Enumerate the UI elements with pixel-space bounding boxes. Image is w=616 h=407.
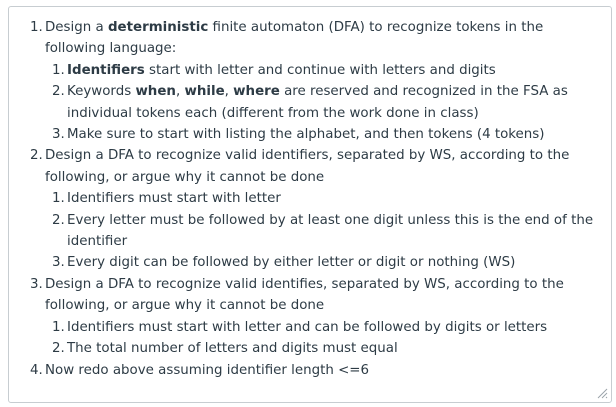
subtask-item: 1. Identifiers must start with letter: [45, 188, 603, 209]
text-run: Now redo above assuming identifier lengt…: [45, 362, 370, 378]
subtask-item: 1. Identifiers start with letter and cont…: [45, 60, 603, 81]
assignment-textbox[interactable]: 1. Design a deterministic finite automato…: [8, 6, 612, 403]
text-run: Identifiers must start with letter and c…: [67, 319, 548, 335]
subtask-number: 1.: [52, 319, 65, 335]
subtask-item: 3. Make sure to start with listing the al…: [45, 124, 603, 145]
subtask-number: 1.: [52, 62, 65, 78]
task-item: 2. Design a DFA to recognize valid identi…: [23, 145, 603, 273]
bold-text: when: [135, 84, 176, 100]
task-number: 4.: [30, 362, 43, 378]
text-run: Identifiers must start with letter: [67, 191, 281, 207]
subtask-text: Identifiers must start with letter: [67, 188, 603, 209]
subtask-number: 2.: [52, 212, 65, 228]
task-number: 3.: [30, 276, 43, 292]
subtask-text: Identifiers must start with letter and c…: [67, 317, 603, 338]
subtask-text: Keywords when, while, where are reserved…: [67, 81, 603, 124]
subtask-number: 2.: [52, 84, 65, 100]
text-run: ,: [224, 84, 234, 100]
subtask-list: 1. Identifiers must start with letter and…: [45, 317, 603, 360]
text-run: Make sure to start with listing the alph…: [67, 127, 545, 143]
text-run: Every letter must be followed by at leas…: [67, 212, 594, 250]
task-item: 1. Design a deterministic finite automato…: [23, 17, 603, 145]
text-run: Design a DFA to recognize valid identifi…: [45, 148, 570, 185]
subtask-text: Every letter must be followed by at leas…: [67, 210, 603, 253]
subtask-item: 2. The total number of letters and digits…: [45, 338, 603, 359]
task-text: Design a DFA to recognize valid identifi…: [45, 274, 603, 317]
task-list: 1. Design a deterministic finite automato…: [23, 17, 603, 381]
subtask-number: 3.: [52, 127, 65, 143]
subtask-text: Every digit can be followed by either le…: [67, 252, 603, 273]
subtask-text: Make sure to start with listing the alph…: [67, 124, 603, 145]
bold-text: while: [184, 84, 225, 100]
bold-text: where: [233, 84, 280, 100]
task-number: 1.: [30, 20, 43, 35]
bold-text: deterministic: [107, 20, 209, 35]
text-run: start with letter and continue with lett…: [144, 62, 496, 78]
task-text: Design a deterministic finite automaton …: [45, 17, 603, 60]
task-item: 3. Design a DFA to recognize valid identi…: [23, 274, 603, 360]
text-run: Design a: [45, 20, 108, 35]
content-area: 1. Design a deterministic finite automato…: [23, 17, 603, 381]
resize-handle-icon[interactable]: [596, 387, 608, 399]
subtask-text: Identifiers start with letter and contin…: [67, 60, 603, 81]
subtask-list: 1. Identifiers must start with letter 2. Ev…: [45, 188, 603, 274]
subtask-item: 1. Identifiers must start with letter and…: [45, 317, 603, 338]
subtask-item: 2. Every letter must be followed by at le…: [45, 210, 603, 253]
subtask-text: The total number of letters and digits m…: [67, 338, 603, 359]
subtask-item: 2. Keywords when, while, where are reserv…: [45, 81, 603, 124]
task-item: 4. Now redo above assuming identifier len…: [23, 360, 603, 381]
text-run: Every digit can be followed by either le…: [67, 255, 516, 271]
subtask-number: 2.: [52, 341, 65, 357]
bold-text: Identifiers: [67, 62, 145, 78]
text-run: Design a DFA to recognize valid identifi…: [45, 276, 564, 314]
subtask-item: 3. Every digit can be followed by either …: [45, 252, 603, 273]
subtask-list: 1. Identifiers start with letter and cont…: [45, 60, 603, 146]
subtask-number: 1.: [52, 191, 65, 207]
task-text: Now redo above assuming identifier lengt…: [45, 360, 603, 381]
task-text: Design a DFA to recognize valid identifi…: [45, 145, 603, 188]
task-number: 2.: [30, 148, 43, 164]
subtask-number: 3.: [52, 255, 65, 271]
text-run: The total number of letters and digits m…: [67, 341, 398, 357]
text-run: Keywords: [67, 84, 136, 100]
